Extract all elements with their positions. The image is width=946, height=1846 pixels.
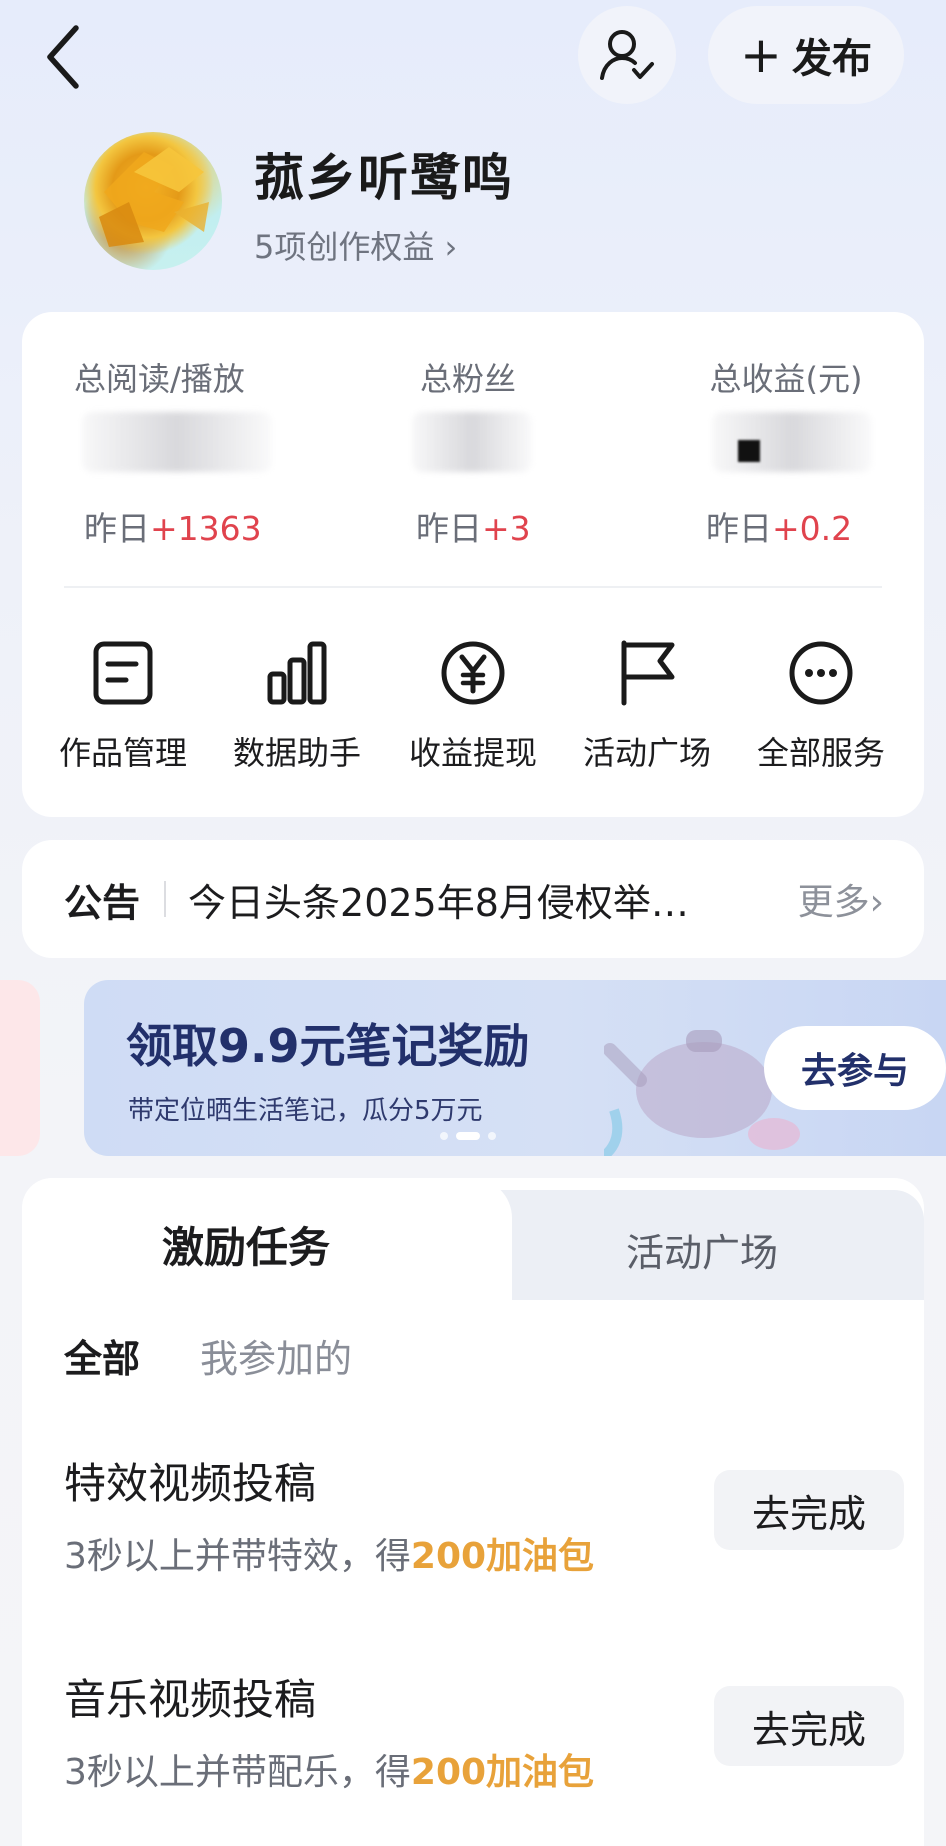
more-circle-icon bbox=[789, 641, 853, 705]
task-reward: 200加油包 bbox=[410, 1752, 595, 1793]
announcement-tag: 公告 bbox=[64, 880, 141, 925]
stat-value-masked bbox=[712, 412, 872, 472]
stat-value-masked bbox=[412, 412, 532, 472]
banner-subtitle: 带定位晒生活笔记，瓜分5万元 bbox=[128, 1096, 483, 1126]
plus-icon: + bbox=[740, 26, 782, 84]
tasks-panel: 激励任务 活动广场 全部 我参加的 特效视频投稿 3秒以上并带特效，得200加油… bbox=[22, 1178, 924, 1846]
stat-label: 总阅读/播放 bbox=[74, 360, 245, 398]
task-item: 特效视频投稿 3秒以上并带特效，得200加油包 去完成 bbox=[64, 1450, 904, 1579]
user-profile-button[interactable] bbox=[578, 6, 676, 104]
username: 菰乡听鹭鸣 bbox=[254, 149, 514, 207]
task-item: 音乐视频投稿 3秒以上并带配乐，得200加油包 去完成 bbox=[64, 1666, 904, 1795]
document-icon bbox=[93, 641, 153, 705]
task-desc-text: 3秒以上并带配乐，得 bbox=[64, 1752, 411, 1793]
divider bbox=[164, 881, 167, 917]
complete-task-button[interactable]: 去完成 bbox=[714, 1686, 904, 1766]
avatar[interactable] bbox=[84, 132, 222, 270]
publish-label: 发布 bbox=[791, 36, 872, 82]
service-label: 收益提现 bbox=[408, 734, 537, 772]
announcement-text[interactable]: 今日头条2025年8月侵权举… bbox=[188, 872, 798, 927]
yesterday-delta: +3 bbox=[482, 509, 531, 548]
stat-yesterday: 昨日+3 bbox=[416, 502, 531, 550]
creator-benefits-link[interactable]: 5项创作权益 › bbox=[254, 222, 457, 268]
yesterday-label: 昨日 bbox=[84, 509, 150, 548]
avatar-image bbox=[99, 147, 209, 247]
flag-icon bbox=[621, 640, 675, 706]
service-all[interactable]: 全部服务 bbox=[736, 630, 906, 774]
service-label: 活动广场 bbox=[582, 734, 711, 772]
service-label: 作品管理 bbox=[58, 734, 187, 772]
stat-label: 总粉丝 bbox=[419, 360, 516, 398]
tab-incentive-tasks[interactable]: 激励任务 bbox=[162, 1214, 330, 1275]
task-desc-text: 3秒以上并带特效，得 bbox=[64, 1536, 411, 1577]
join-button[interactable]: 去参与 bbox=[764, 1026, 946, 1110]
bar-chart-icon bbox=[267, 641, 327, 705]
stat-yesterday: 昨日+1363 bbox=[84, 502, 262, 550]
back-button[interactable] bbox=[40, 22, 90, 92]
banner-prev-peek[interactable] bbox=[0, 980, 40, 1156]
carousel-dot bbox=[488, 1132, 496, 1140]
yen-circle-icon bbox=[441, 641, 505, 705]
stat-total-reads[interactable]: 总阅读/播放 bbox=[74, 354, 274, 400]
promo-banner[interactable]: 领取9.9元笔记奖励 带定位晒生活笔记，瓜分5万元 去参与 bbox=[84, 980, 946, 1156]
stat-value-masked bbox=[82, 412, 272, 472]
user-check-icon bbox=[600, 30, 654, 80]
carousel-dot bbox=[440, 1132, 448, 1140]
announcement-more-link[interactable]: 更多› bbox=[798, 873, 884, 925]
announcement-bar[interactable]: 公告 今日头条2025年8月侵权举… 更多› bbox=[22, 840, 924, 958]
stat-total-fans[interactable]: 总粉丝 bbox=[388, 354, 548, 400]
filter-all[interactable]: 全部 bbox=[64, 1328, 140, 1383]
service-label: 全部服务 bbox=[756, 734, 885, 772]
stat-value-mask-fragment bbox=[738, 440, 760, 462]
chevron-left-icon bbox=[47, 25, 79, 89]
service-works-management[interactable]: 作品管理 bbox=[38, 630, 208, 774]
yesterday-label: 昨日 bbox=[706, 509, 772, 548]
yesterday-delta: +1363 bbox=[150, 509, 262, 548]
stat-yesterday: 昨日+0.2 bbox=[706, 502, 852, 550]
service-activity-plaza[interactable]: 活动广场 bbox=[562, 630, 732, 774]
yesterday-delta: +0.2 bbox=[772, 509, 853, 548]
filter-joined[interactable]: 我参加的 bbox=[200, 1328, 352, 1383]
tab-activity-plaza[interactable]: 活动广场 bbox=[626, 1222, 778, 1277]
banner-title: 领取9.9元笔记奖励 bbox=[126, 1019, 530, 1073]
divider bbox=[64, 586, 882, 588]
service-data-assistant[interactable]: 数据助手 bbox=[212, 630, 382, 774]
stat-label: 总收益(元) bbox=[709, 360, 863, 398]
stat-total-earnings[interactable]: 总收益(元) bbox=[686, 354, 886, 400]
yesterday-label: 昨日 bbox=[416, 509, 482, 548]
task-reward: 200加油包 bbox=[410, 1536, 595, 1577]
carousel-dot-active bbox=[456, 1132, 480, 1140]
stats-card: 总阅读/播放 昨日+1363 总粉丝 昨日+3 总收益(元) 昨日+0.2 作品… bbox=[22, 312, 924, 817]
service-earnings-withdraw[interactable]: 收益提现 bbox=[388, 630, 558, 774]
carousel-indicator bbox=[440, 1132, 496, 1140]
publish-button[interactable]: + 发布 bbox=[708, 6, 904, 104]
complete-task-button[interactable]: 去完成 bbox=[714, 1470, 904, 1550]
service-label: 数据助手 bbox=[232, 734, 361, 772]
